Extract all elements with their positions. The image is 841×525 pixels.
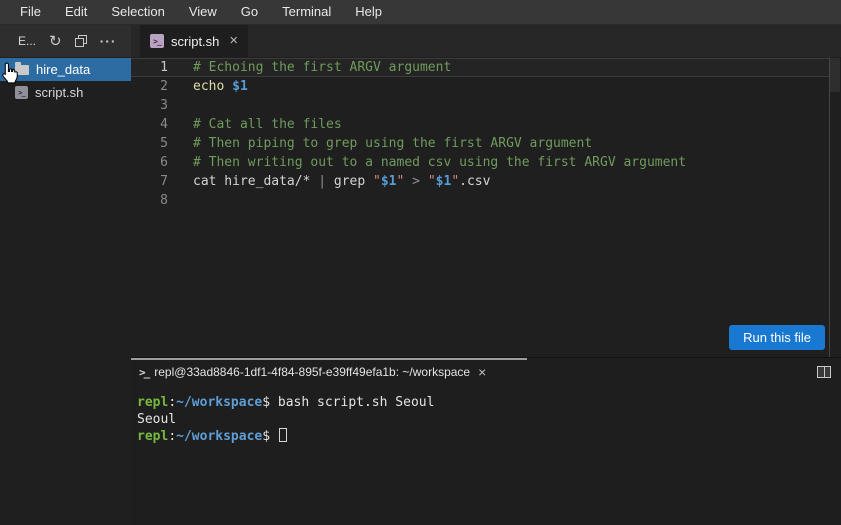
menu-item-file[interactable]: File: [8, 0, 53, 24]
code-text: # Cat all the files: [193, 115, 342, 134]
file-explorer: hire_data >_ script.sh: [0, 57, 131, 525]
menu-item-terminal[interactable]: Terminal: [270, 0, 343, 24]
terminal-token: bash script.sh Seoul: [277, 395, 435, 410]
code-token: >: [412, 174, 428, 189]
refresh-icon[interactable]: ↻: [49, 34, 62, 49]
terminal-token: Seoul: [137, 412, 177, 427]
content-area: hire_data >_ script.sh 1 # Echoing the firs…: [0, 57, 841, 525]
line-number: 3: [160, 98, 168, 113]
terminal-token: :: [168, 395, 177, 410]
more-actions-icon[interactable]: ···: [100, 33, 117, 49]
terminal-token: ~/workspace: [176, 395, 263, 410]
code-text: echo $1: [193, 77, 248, 96]
scrollbar-thumb[interactable]: [830, 58, 840, 92]
tab-label: script.sh: [171, 33, 220, 49]
line-number: 4: [160, 117, 168, 132]
code-token: ": [451, 174, 460, 189]
terminal-tab-row: >_ repl@33ad8846-1df1-4f84-895f-e39ff49e…: [131, 358, 841, 386]
code-line[interactable]: 4 # Cat all the files: [131, 115, 830, 134]
run-file-button[interactable]: Run this file: [729, 325, 825, 350]
scrollbar-track: [829, 57, 830, 357]
terminal-token: :: [168, 429, 177, 444]
code-line[interactable]: 6 # Then writing out to a named csv using…: [131, 153, 830, 172]
mouse-pointer-cursor: [2, 62, 18, 84]
code-line[interactable]: 1 # Echoing the first ARGV argument: [131, 58, 830, 77]
code-token: .csv: [459, 174, 491, 189]
line-number: 1: [160, 60, 168, 75]
line-number: 7: [160, 174, 168, 189]
split-terminal-icon[interactable]: [817, 366, 831, 378]
code-text: # Echoing the first ARGV argument: [193, 58, 451, 77]
terminal-token: repl: [137, 429, 169, 444]
code-token: $1: [435, 174, 452, 189]
header-row: E... ↻ ··· >_ script.sh ×: [0, 25, 841, 57]
menu-item-view[interactable]: View: [177, 0, 229, 24]
collapse-folders-icon[interactable]: [74, 35, 87, 47]
terminal-line: repl:~/workspace$: [137, 428, 841, 445]
file-row-hire_data[interactable]: hire_data: [0, 58, 131, 81]
line-number: 5: [160, 136, 168, 151]
line-number: 2: [160, 79, 168, 94]
code-line[interactable]: 8: [131, 191, 830, 210]
terminal-active-tab-indicator: [131, 358, 527, 360]
code-editor[interactable]: 1 # Echoing the first ARGV argument 2 echo …: [131, 57, 841, 357]
code-token: |: [318, 174, 334, 189]
terminal-line: repl:~/workspace$ bash script.sh Seoul: [137, 394, 841, 411]
code-token: # Then piping to grep using the first AR…: [193, 136, 593, 151]
terminal-output[interactable]: repl:~/workspace$ bash script.sh Seoul Se…: [131, 386, 841, 445]
code-line[interactable]: 3: [131, 96, 830, 115]
file-name: script.sh: [35, 85, 84, 100]
file-row-script-sh[interactable]: >_ script.sh: [0, 81, 131, 104]
terminal-cursor: [278, 428, 287, 442]
code-token: ": [373, 174, 381, 189]
editor-tab-strip: >_ script.sh ×: [131, 25, 841, 57]
code-text: # Then writing out to a named csv using …: [193, 153, 686, 172]
code-token: # Cat all the files: [193, 117, 342, 132]
terminal-panel[interactable]: >_ repl@33ad8846-1df1-4f84-895f-e39ff49e…: [131, 357, 841, 525]
menu-item-edit[interactable]: Edit: [53, 0, 99, 24]
tab-close-icon[interactable]: ×: [229, 33, 238, 48]
editor-and-terminal: 1 # Echoing the first ARGV argument 2 echo …: [131, 57, 841, 525]
shell-script-icon: >_: [150, 34, 164, 48]
code-token: ": [427, 174, 436, 189]
explorer-header: E... ↻ ···: [0, 25, 131, 57]
code-token: # Then writing out to a named csv using …: [193, 155, 687, 170]
terminal-token: $: [262, 395, 278, 410]
terminal-token: repl: [137, 395, 169, 410]
menu-item-go[interactable]: Go: [229, 0, 270, 24]
terminal-token: $: [262, 429, 278, 444]
terminal-icon: >_: [139, 365, 150, 379]
code-token: echo: [193, 79, 233, 94]
terminal-line: Seoul: [137, 411, 841, 428]
code-token: grep: [333, 174, 374, 189]
code-token: $1: [232, 79, 248, 94]
line-number: 8: [160, 193, 168, 208]
code-token: cat hire_data/*: [193, 174, 319, 189]
terminal-token: ~/workspace: [176, 429, 263, 444]
code-line[interactable]: 2 echo $1: [131, 77, 830, 96]
code-line[interactable]: 7 cat hire_data/* | grep "$1" > "$1".csv: [131, 172, 830, 191]
code-token: $1: [380, 174, 397, 189]
editor-code: 1 # Echoing the first ARGV argument 2 echo …: [131, 58, 841, 210]
menu-item-help[interactable]: Help: [343, 0, 394, 24]
menu-bar: File Edit Selection View Go Terminal Help: [0, 0, 841, 25]
tab-script-sh[interactable]: >_ script.sh ×: [140, 25, 249, 57]
explorer-title[interactable]: E...: [18, 34, 36, 48]
file-name: hire_data: [36, 62, 91, 77]
code-text: cat hire_data/* | grep "$1" > "$1".csv: [193, 172, 490, 191]
line-number: 6: [160, 155, 168, 170]
menu-item-selection[interactable]: Selection: [99, 0, 176, 24]
code-token: # Echoing the first ARGV argument: [193, 60, 452, 75]
code-text: # Then piping to grep using the first AR…: [193, 134, 592, 153]
terminal-close-icon[interactable]: ×: [478, 364, 486, 380]
code-line[interactable]: 5 # Then piping to grep using the first A…: [131, 134, 830, 153]
terminal-tab-title[interactable]: repl@33ad8846-1df1-4f84-895f-e39ff49efa1…: [154, 365, 470, 379]
shell-script-icon: >_: [15, 86, 28, 99]
